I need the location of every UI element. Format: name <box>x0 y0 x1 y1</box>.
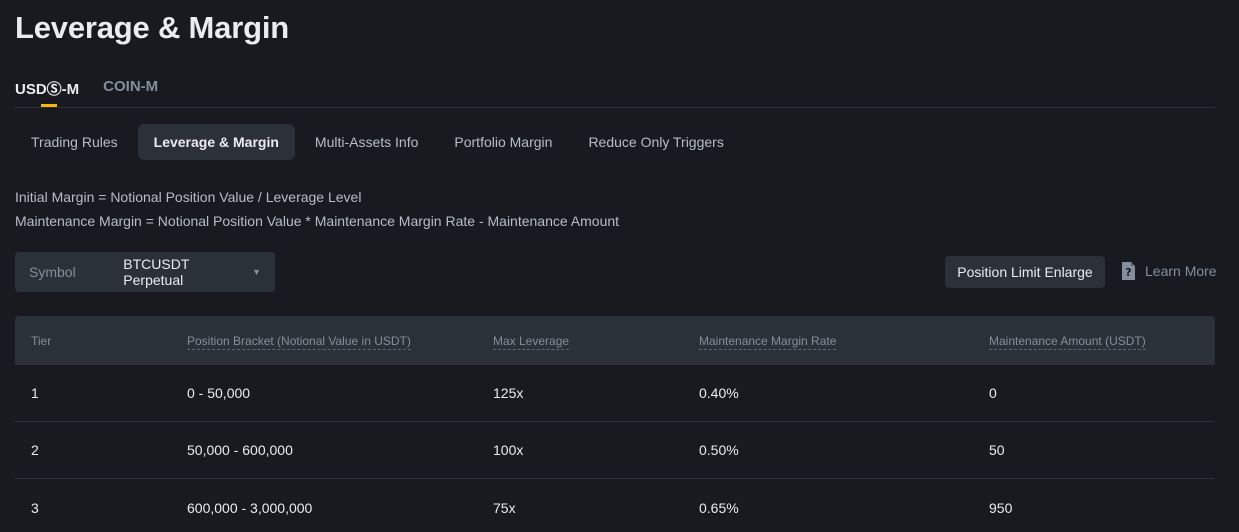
formula-text: Initial Margin = Notional Position Value… <box>15 185 619 233</box>
cell-position-bracket: 50,000 - 600,000 <box>187 442 293 458</box>
tab-coin-m[interactable]: COIN-M <box>103 70 158 107</box>
sub-tabs: Trading Rules Leverage & Margin Multi-As… <box>15 124 740 160</box>
tab-portfolio-margin[interactable]: Portfolio Margin <box>438 124 568 160</box>
header-max-leverage-label: Max Leverage <box>493 333 570 350</box>
symbol-value: BTCUSDT Perpetual <box>123 256 190 288</box>
cell-position-bracket: 600,000 - 3,000,000 <box>187 499 313 516</box>
header-position-bracket-label: Position Bracket (Notional Value in USDT… <box>187 333 411 350</box>
header-tier: Tier <box>31 333 52 348</box>
symbol-select[interactable]: Symbol BTCUSDT Perpetual ▼ <box>15 252 275 292</box>
header-maintenance-amount[interactable]: Maintenance Amount (USDT) <box>989 333 1215 350</box>
cell-tier: 1 <box>31 385 39 401</box>
tab-usds-m[interactable]: USDⓈ-M <box>15 70 79 107</box>
cell-maintenance-amount: 0 <box>989 385 997 401</box>
question-doc-icon: ? <box>1120 261 1137 281</box>
header-max-leverage[interactable]: Max Leverage <box>493 333 699 350</box>
table-row: 3 600,000 - 3,000,000 75x 0.65% 950 <box>15 479 1215 532</box>
cell-max-leverage: 125x <box>493 385 524 401</box>
cell-maintenance-amount: 50 <box>989 442 1005 458</box>
header-maintenance-amount-label: Maintenance Amount (USDT) <box>989 333 1146 350</box>
cell-position-bracket: 0 - 50,000 <box>187 385 251 401</box>
caret-down-icon: ▼ <box>252 267 261 277</box>
header-maintenance-margin-rate-label: Maintenance Margin Rate <box>699 333 837 350</box>
page-title: Leverage & Margin <box>15 10 289 45</box>
tab-reduce-only-triggers[interactable]: Reduce Only Triggers <box>572 124 739 160</box>
page: Leverage & Margin USDⓈ-M COIN-M Trading … <box>0 0 1239 532</box>
table-row: 2 50,000 - 600,000 100x 0.50% 50 <box>15 422 1215 479</box>
initial-margin-formula: Initial Margin = Notional Position Value… <box>15 189 362 205</box>
tab-multi-assets-info[interactable]: Multi-Assets Info <box>299 124 434 160</box>
leverage-table: Tier Position Bracket (Notional Value in… <box>15 316 1215 532</box>
cell-maintenance-margin-rate: 0.40% <box>699 385 739 401</box>
tab-leverage-margin[interactable]: Leverage & Margin <box>137 124 295 160</box>
cell-maintenance-margin-rate: 0.65% <box>699 499 739 516</box>
svg-text:?: ? <box>1125 266 1131 279</box>
learn-more-label: Learn More <box>1145 263 1217 279</box>
tab-trading-rules[interactable]: Trading Rules <box>15 124 134 160</box>
cell-maintenance-amount: 950 <box>989 499 1013 516</box>
cell-max-leverage: 100x <box>493 442 524 458</box>
cell-maintenance-margin-rate: 0.50% <box>699 442 739 458</box>
cell-tier: 2 <box>31 442 39 458</box>
position-limit-enlarge-button[interactable]: Position Limit Enlarge <box>945 256 1105 288</box>
maintenance-margin-formula: Maintenance Margin = Notional Position V… <box>15 213 620 229</box>
header-position-bracket[interactable]: Position Bracket (Notional Value in USDT… <box>187 333 493 350</box>
table-row: 1 0 - 50,000 125x 0.40% 0 <box>15 365 1215 422</box>
contract-tabs: USDⓈ-M COIN-M <box>15 70 1215 108</box>
symbol-label: Symbol <box>29 264 76 280</box>
cell-tier: 3 <box>31 499 39 516</box>
header-maintenance-margin-rate[interactable]: Maintenance Margin Rate <box>699 333 989 350</box>
cell-max-leverage: 75x <box>493 499 516 516</box>
learn-more-link[interactable]: ? Learn More <box>1120 261 1217 281</box>
table-header: Tier Position Bracket (Notional Value in… <box>15 316 1215 365</box>
